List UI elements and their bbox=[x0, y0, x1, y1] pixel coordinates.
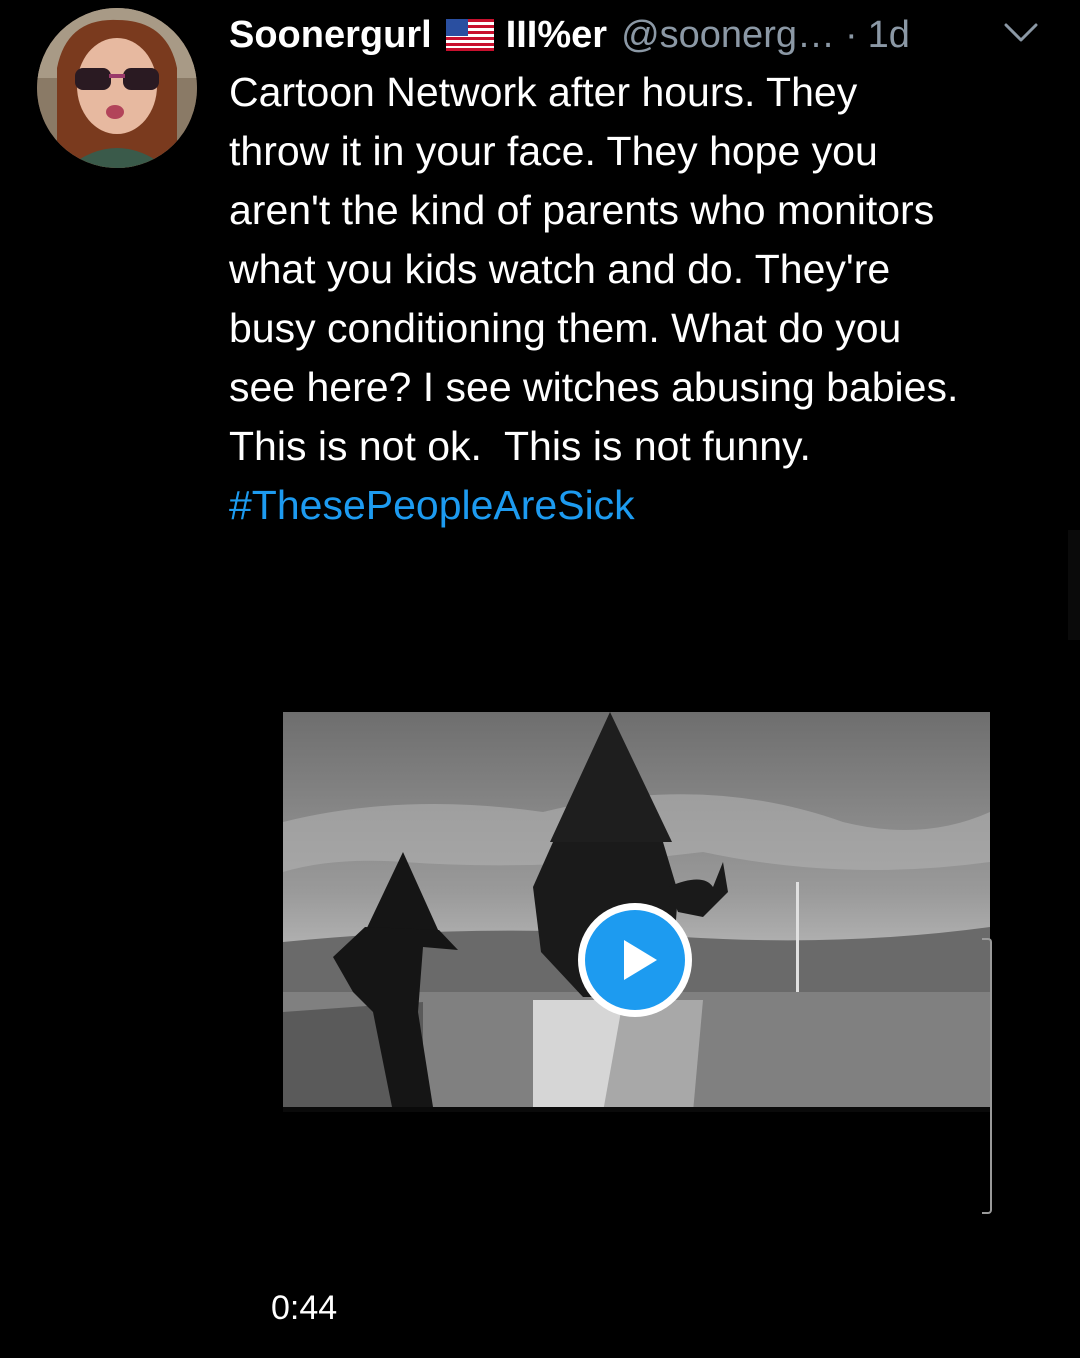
avatar-image bbox=[37, 8, 197, 168]
play-button[interactable] bbox=[578, 903, 692, 1017]
header-separator: · bbox=[844, 14, 858, 56]
chevron-down-icon[interactable] bbox=[1003, 22, 1039, 44]
display-name[interactable]: Soonergurl bbox=[229, 10, 432, 60]
tweet-header: Soonergurl III%er @soonerg… · 1d bbox=[229, 10, 1049, 60]
user-handle[interactable]: @soonerg… bbox=[621, 10, 835, 60]
video-player[interactable]: 0:44 bbox=[229, 530, 1080, 1358]
tweet-text-line: This is not ok. This is not funny. bbox=[229, 423, 811, 469]
tweet-text-line: what you kids watch and do. They're bbox=[229, 246, 891, 292]
tweet-text-line: Cartoon Network after hours. They bbox=[229, 69, 858, 115]
tweet-timestamp[interactable]: 1d bbox=[868, 10, 910, 60]
tweet-text: Cartoon Network after hours. They throw … bbox=[229, 63, 1049, 535]
tweet: Soonergurl III%er @soonerg… · 1d Cartoon… bbox=[0, 0, 1080, 1358]
video-duration: 0:44 bbox=[271, 1289, 338, 1327]
tweet-text-line: busy conditioning them. What do you bbox=[229, 305, 902, 351]
us-flag-icon bbox=[445, 19, 494, 51]
tweet-text-line: throw it in your face. They hope you bbox=[229, 128, 878, 174]
hashtag-link[interactable]: #ThesePeopleAreSick bbox=[229, 476, 1049, 535]
avatar[interactable] bbox=[37, 8, 197, 168]
tweet-text-line: aren't the kind of parents who monitors bbox=[229, 187, 935, 233]
video-scrubber-edge bbox=[982, 938, 992, 1214]
scroll-edge bbox=[1068, 530, 1080, 640]
display-name-suffix: III%er bbox=[505, 14, 608, 56]
play-icon bbox=[624, 940, 657, 980]
tweet-text-line: see here? I see witches abusing babies. bbox=[229, 364, 959, 410]
